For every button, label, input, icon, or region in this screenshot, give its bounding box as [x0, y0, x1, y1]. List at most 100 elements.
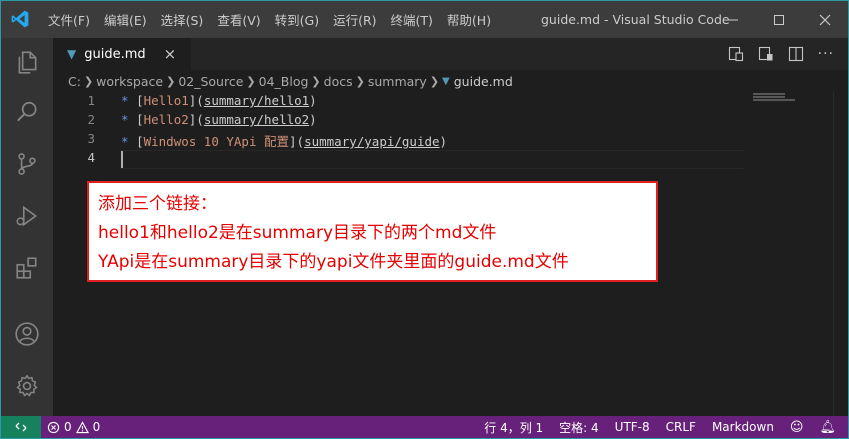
- search-icon: [17, 101, 37, 122]
- annotation-line: YApi是在summary目录下的yapi文件夹里面的guide.md文件: [98, 252, 569, 272]
- list-bullet: *: [121, 93, 137, 108]
- run-debug-icon: [16, 205, 38, 227]
- activity-bar: [1, 38, 53, 416]
- error-icon: [47, 421, 60, 433]
- breadcrumb-current[interactable]: guide.md: [454, 74, 513, 89]
- menu-terminal[interactable]: 终端(T): [384, 10, 440, 29]
- link-url[interactable]: summary/yapi/guide: [304, 134, 439, 149]
- menu-help[interactable]: 帮助(H): [440, 10, 498, 29]
- vertical-scrollbar[interactable]: [833, 92, 848, 416]
- extensions-button[interactable]: [1, 244, 53, 292]
- warning-icon: [75, 420, 89, 433]
- breadcrumb-item[interactable]: workspace: [96, 74, 163, 89]
- minimap[interactable]: [751, 92, 811, 112]
- menu-bar: 文件(F) 编辑(E) 选择(S) 查看(V) 转到(G) 运行(R) 终端(T…: [41, 1, 498, 38]
- chevron-right-icon: ❯: [166, 74, 176, 88]
- menu-run[interactable]: 运行(R): [326, 10, 383, 29]
- vscode-logo-icon: [11, 10, 29, 28]
- feedback-icon[interactable]: ☺: [790, 420, 804, 435]
- cursor-position[interactable]: 行 4，列 1: [484, 419, 543, 436]
- title-bar: 文件(F) 编辑(E) 选择(S) 查看(V) 转到(G) 运行(R) 终端(T…: [1, 1, 848, 38]
- chevron-right-icon: ❯: [355, 74, 365, 88]
- bracket: [: [136, 93, 144, 108]
- link-text: Hello1: [143, 93, 189, 108]
- gear-icon: [16, 374, 38, 397]
- close-window-button[interactable]: [802, 1, 848, 38]
- bracket: ](: [188, 112, 204, 127]
- bell-icon[interactable]: 🔔︎: [819, 420, 836, 435]
- breadcrumb-item[interactable]: 02_Source: [178, 74, 243, 89]
- breadcrumb-item[interactable]: docs: [324, 74, 353, 89]
- tab-label: guide.md: [84, 46, 146, 62]
- warning-count: 0: [92, 420, 101, 434]
- breadcrumb-item[interactable]: C:: [68, 74, 81, 89]
- search-button[interactable]: [1, 88, 53, 136]
- status-right: 行 4，列 1 空格: 4 UTF-8 CRLF Markdown ☺ 🔔︎: [468, 416, 836, 438]
- close-icon: [819, 14, 831, 25]
- current-line-highlight: [119, 150, 743, 169]
- line-content: * [Hello2](summary/hello2): [121, 112, 317, 127]
- annotation-box: 添加三个链接： hello1和hello2是在summary目录下的两个md文件…: [87, 181, 658, 282]
- remote-button[interactable]: [1, 416, 41, 438]
- problems-indicator[interactable]: 0 0: [47, 416, 100, 438]
- breadcrumb-item[interactable]: summary: [368, 74, 427, 89]
- link-text: Hello2: [143, 112, 189, 127]
- breadcrumb: C: ❯ workspace ❯ 02_Source ❯ 04_Blog ❯ d…: [53, 70, 848, 92]
- open-preview-icon[interactable]: [728, 46, 744, 62]
- markdown-icon: ▼: [442, 75, 450, 87]
- maximize-button[interactable]: [756, 1, 802, 38]
- link-url[interactable]: summary/hello2: [204, 112, 309, 127]
- line-content: * [Windwos 10 YApi 配置](summary/yapi/guid…: [121, 131, 447, 150]
- explorer-button[interactable]: [1, 38, 53, 86]
- tab-guide-md[interactable]: ▼ guide.md ×: [53, 38, 191, 70]
- manage-button[interactable]: [1, 362, 53, 410]
- language-mode[interactable]: Markdown: [712, 420, 774, 434]
- chevron-right-icon: ❯: [246, 74, 256, 88]
- menu-edit[interactable]: 编辑(E): [97, 10, 154, 29]
- end-of-line[interactable]: CRLF: [666, 420, 696, 434]
- minimize-icon: [728, 19, 738, 20]
- bracket: ): [309, 112, 317, 127]
- source-control-button[interactable]: [1, 140, 53, 188]
- list-bullet: *: [121, 134, 137, 149]
- code-line: 3 * [Windwos 10 YApi 配置](summary/yapi/gu…: [53, 131, 743, 150]
- menu-go[interactable]: 转到(G): [268, 10, 326, 29]
- breadcrumb-item[interactable]: 04_Blog: [259, 74, 309, 89]
- bracket: [: [136, 134, 144, 149]
- files-icon: [18, 51, 37, 74]
- source-control-icon: [18, 153, 36, 175]
- account-icon: [15, 322, 39, 346]
- link-url[interactable]: summary/hello1: [204, 93, 309, 108]
- line-number: 1: [87, 93, 95, 108]
- list-bullet: *: [121, 112, 137, 127]
- bracket: ): [309, 93, 317, 108]
- editor-actions: ···: [728, 38, 834, 70]
- preview-to-side-icon[interactable]: [758, 46, 774, 62]
- chevron-right-icon: ❯: [83, 74, 94, 88]
- accounts-button[interactable]: [1, 310, 53, 358]
- split-editor-icon[interactable]: [788, 46, 804, 62]
- text-cursor: [121, 151, 123, 168]
- vscode-window: 文件(F) 编辑(E) 选择(S) 查看(V) 转到(G) 运行(R) 终端(T…: [0, 0, 849, 439]
- code-line-current: 4: [53, 150, 743, 169]
- more-actions-icon[interactable]: ···: [818, 46, 834, 62]
- menu-file[interactable]: 文件(F): [41, 10, 97, 29]
- annotation-line: hello1和hello2是在summary目录下的两个md文件: [98, 223, 497, 243]
- bracket: ](: [188, 93, 204, 108]
- line-number: 3: [87, 131, 95, 146]
- run-debug-button[interactable]: [1, 192, 53, 240]
- error-count: 0: [64, 420, 72, 434]
- chevron-right-icon: ❯: [429, 74, 440, 88]
- status-bar: 0 0 行 4，列 1 空格: 4 UTF-8 CRLF Markdown ☺ …: [1, 416, 848, 438]
- tab-bar: ▼ guide.md × ···: [53, 38, 848, 70]
- maximize-icon: [774, 14, 784, 25]
- line-number: 4: [87, 150, 95, 165]
- menu-view[interactable]: 查看(V): [210, 10, 267, 29]
- tab-close-icon[interactable]: ×: [164, 45, 177, 63]
- menu-selection[interactable]: 选择(S): [154, 10, 211, 29]
- minimize-button[interactable]: [710, 1, 756, 38]
- window-title: guide.md - Visual Studio Code: [541, 12, 730, 27]
- line-number: 2: [87, 112, 95, 127]
- indentation[interactable]: 空格: 4: [559, 419, 599, 436]
- encoding[interactable]: UTF-8: [615, 420, 650, 434]
